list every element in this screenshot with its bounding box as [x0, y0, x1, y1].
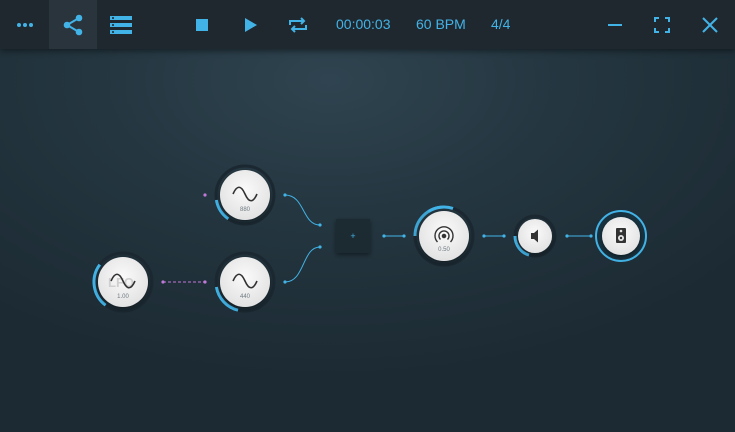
reverb-node[interactable]: 0.50: [413, 205, 475, 267]
reverb-value: 0.50: [438, 247, 450, 253]
frequency-value: 880: [240, 207, 251, 213]
frequency-value: 440: [240, 294, 251, 300]
audio-graph-window: 00:00:03 60 BPM 4/4 LFO 1.00 880 440 + 0…: [0, 0, 735, 432]
plus-icon: +: [350, 231, 355, 241]
volume-node[interactable]: [513, 214, 557, 258]
speaker-box-icon: [616, 228, 626, 243]
lfo-node[interactable]: LFO 1.00: [92, 251, 154, 313]
port[interactable]: [203, 280, 207, 284]
port[interactable]: [161, 280, 165, 284]
mixer-node[interactable]: +: [336, 219, 370, 253]
oscillator-node-880[interactable]: 880: [214, 164, 276, 226]
audio-link[interactable]: [284, 246, 321, 283]
audio-link[interactable]: [284, 194, 321, 226]
oscillator-node-440[interactable]: 440: [214, 251, 276, 313]
node-graph-canvas: LFO 1.00 880 440 + 0.50: [92, 164, 647, 313]
lfo-value: 1.00: [117, 294, 129, 300]
output-node[interactable]: [595, 210, 647, 262]
port[interactable]: [203, 193, 207, 197]
